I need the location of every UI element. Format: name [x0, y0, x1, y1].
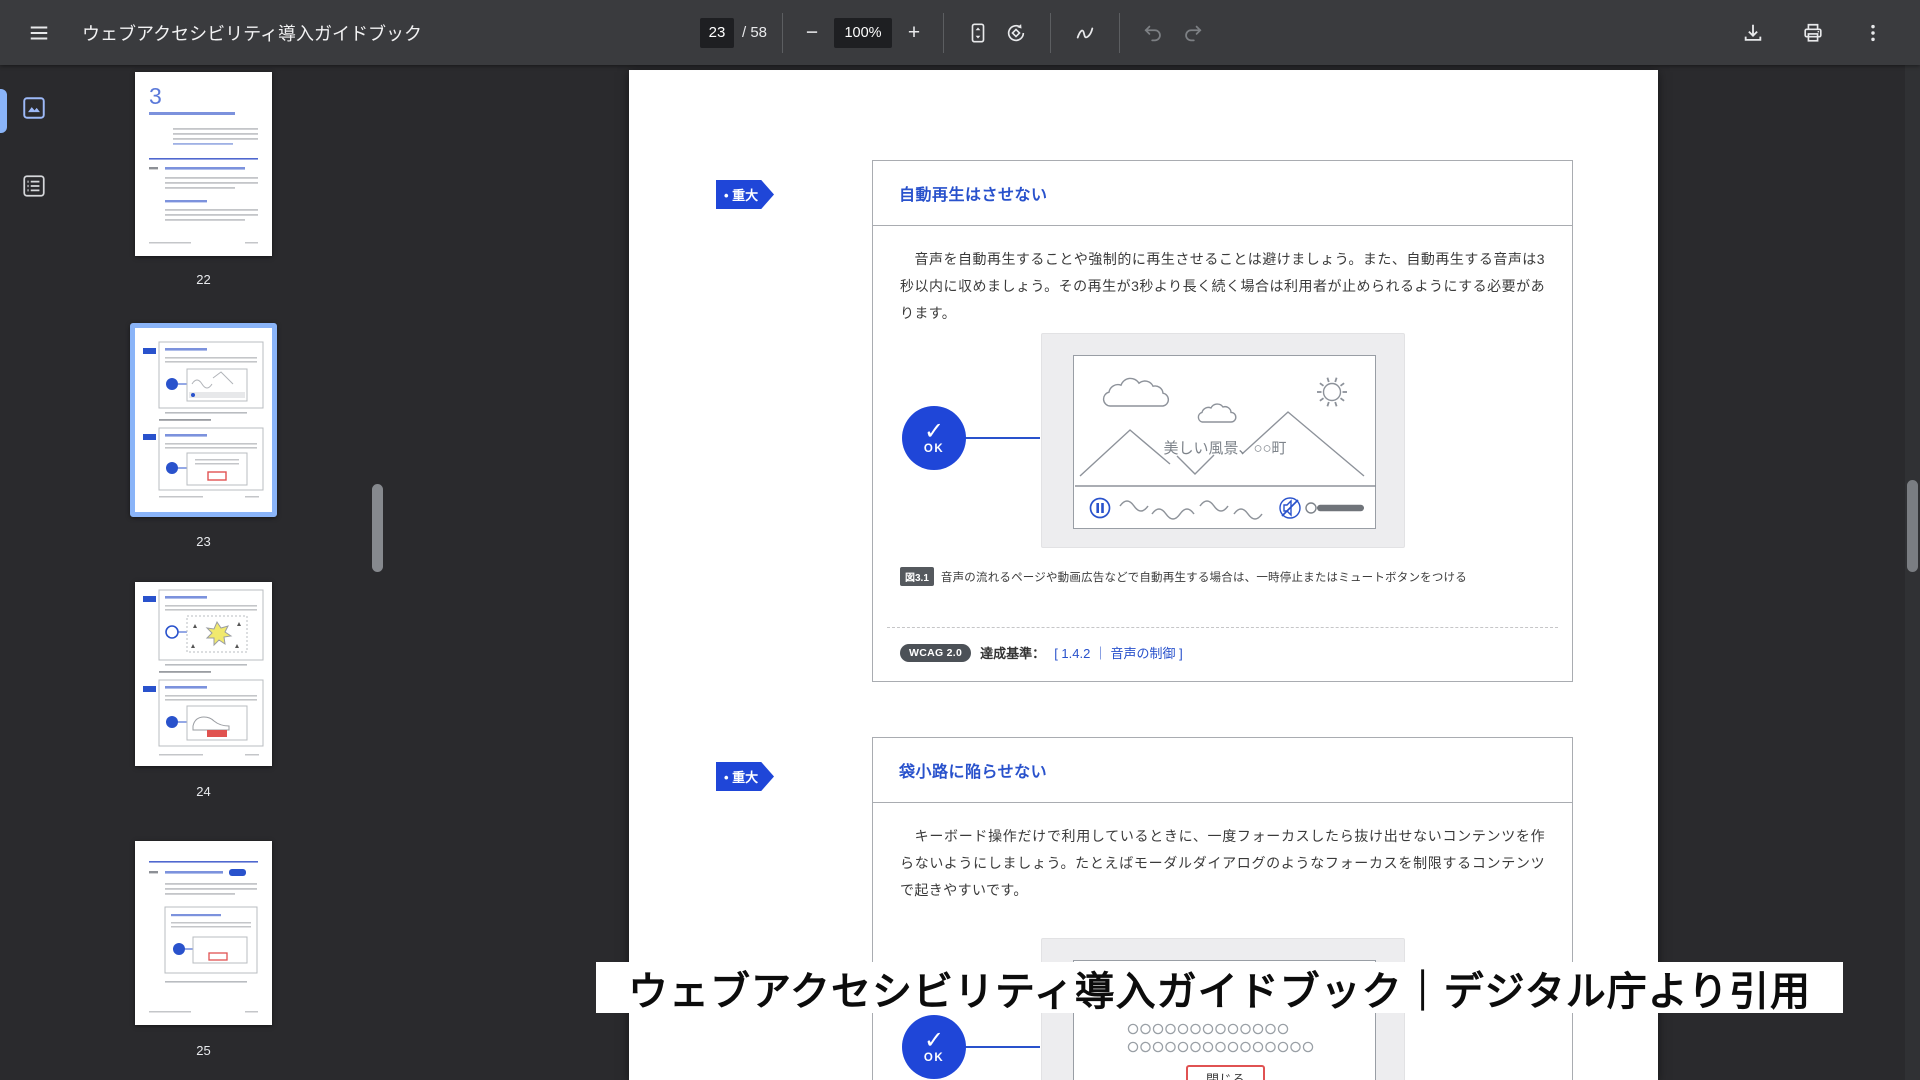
ok-connector-line [962, 1046, 1040, 1048]
document-title: ウェブアクセシビリティ導入ガイドブック [82, 23, 423, 44]
ok-label: OK [923, 1051, 945, 1064]
pause-icon [1089, 497, 1111, 519]
left-rail [0, 65, 67, 1080]
toolbar-divider [1050, 12, 1052, 53]
thumbnail-24-label: 24 [196, 784, 211, 799]
ok-connector-line [962, 437, 1040, 439]
main-scrollbar-track [1905, 65, 1920, 1080]
toolbar: ウェブアクセシビリティ導入ガイドブック / 58 − 100% + [0, 0, 1920, 65]
cloud-small [1197, 403, 1237, 423]
check-icon: ✓ [923, 417, 945, 445]
mute-icon [1279, 497, 1301, 519]
thumbnail-page-22[interactable]: 3 [135, 72, 272, 256]
ok-label: OK [923, 442, 945, 455]
section-heading: 袋小路に陥らせない [873, 738, 1572, 803]
thumbnail-page-24[interactable] [135, 582, 272, 766]
rotate-ccw-icon [1007, 23, 1025, 41]
ok-badge: ✓ OK [902, 406, 966, 470]
wcag-label: 達成基準： [980, 646, 1046, 661]
redo-icon [1185, 25, 1202, 41]
severity-tag: • 重大 [716, 762, 774, 791]
check-icon: ✓ [923, 1026, 945, 1054]
thumbnail-23-label: 23 [196, 534, 211, 549]
cloud-large [1102, 377, 1169, 407]
sound-waves [1119, 500, 1263, 520]
fit-page-icon [971, 22, 985, 43]
annotate-pen-icon [1076, 27, 1094, 38]
source-attribution-caption: ウェブアクセシビリティ導入ガイドブック｜デジタル庁より引用 [596, 962, 1843, 1014]
placeholder-text-circles [1127, 1023, 1314, 1053]
page-total: 58 [750, 24, 768, 41]
print-button[interactable] [1794, 14, 1832, 52]
thumbnail-23-preview [143, 341, 264, 498]
selected-tool-indicator [0, 89, 7, 133]
menu-icon [30, 25, 48, 40]
section-body: キーボード操作だけで利用しているときに、一度フォーカスしたら抜け出せないコンテン… [900, 828, 1545, 898]
thumbnails-view-button[interactable] [19, 93, 49, 123]
figure-caption: 図3.1 音声の流れるページや動画広告などで自動再生する場合は、一時停止またはミ… [900, 567, 1467, 586]
guideline-section-keyboard-trap: 袋小路に陥らせない キーボード操作だけで利用しているときに、一度フォーカスしたら… [872, 737, 1573, 1080]
thumbnail-page-25[interactable] [135, 841, 272, 1025]
guideline-section-autoplay: 自動再生はさせない 音声を自動再生することや強制的に再生させることは避けましょう… [872, 160, 1573, 682]
pdf-viewer-window: ウェブアクセシビリティ導入ガイドブック / 58 − 100% + [0, 0, 1920, 1080]
severity-tag: • 重大 [716, 180, 774, 209]
toolbar-divider [782, 12, 784, 53]
undo-button[interactable] [1135, 14, 1173, 52]
menu-button[interactable] [20, 14, 58, 52]
close-dialog-button: 閉じる [1186, 1065, 1265, 1080]
redo-button[interactable] [1173, 14, 1211, 52]
landscape-illustration: 美しい風景、○○町 [1075, 377, 1376, 520]
toolbar-divider [1119, 12, 1121, 53]
document-outline-icon [23, 175, 45, 197]
section-heading: 自動再生はさせない [873, 161, 1572, 226]
section-body: 音声を自動再生することや強制的に再生させることは避けましょう。また、自動再生する… [900, 251, 1545, 321]
rotate-button[interactable] [997, 14, 1035, 52]
section-divider [887, 627, 1558, 628]
thumbnail-25-preview [149, 861, 258, 1013]
svg-text:3: 3 [149, 83, 162, 109]
fit-page-button[interactable] [959, 14, 997, 52]
figure-number-badge: 図3.1 [900, 567, 934, 586]
thumbnail-22-label: 22 [196, 272, 211, 287]
zoom-in-button[interactable]: + [900, 17, 928, 49]
more-options-icon [1871, 24, 1875, 41]
sun-icon [1322, 382, 1342, 402]
wcag-criterion-link[interactable]: [ 1.4.2 ｜ 音声の制御 ] [1054, 643, 1183, 662]
illustration-text: 美しい風景、○○町 [1163, 440, 1286, 457]
toolbar-left: ウェブアクセシビリティ導入ガイドブック [20, 0, 422, 65]
toolbar-center: / 58 − 100% + [700, 0, 1211, 65]
zoom-level: 100% [834, 17, 893, 48]
thumbnails-icon [23, 97, 45, 119]
wcag-criteria-row: WCAG 2.0 達成基準： [ 1.4.2 ｜ 音声の制御 ] [900, 643, 1183, 662]
ok-badge: ✓ OK [902, 1015, 966, 1079]
page-separator: / [742, 24, 747, 41]
download-button[interactable] [1734, 14, 1772, 52]
download-icon [1744, 24, 1762, 41]
mountain-left [1079, 429, 1171, 477]
thumbnail-page-23[interactable] [130, 323, 277, 517]
annotate-button[interactable] [1066, 14, 1104, 52]
volume-slider [1305, 502, 1364, 514]
sidebar-scrollbar-thumb[interactable] [372, 484, 383, 572]
page-count: / 58 [742, 24, 767, 41]
page-input[interactable] [700, 17, 734, 48]
wcag-badge: WCAG 2.0 [900, 643, 972, 662]
pdf-page: • 重大 自動再生はさせない 音声を自動再生することや強制的に再生させることは避… [629, 70, 1658, 1080]
undo-icon [1144, 25, 1161, 41]
figure-panel: 美しい風景、○○町 [1041, 333, 1405, 548]
outline-view-button[interactable] [19, 171, 49, 201]
main-scrollbar-thumb[interactable] [1907, 480, 1918, 572]
more-options-button[interactable] [1854, 14, 1892, 52]
zoom-out-button[interactable]: − [798, 17, 826, 49]
thumbnail-22-preview: 3 [149, 83, 258, 244]
toolbar-right [1734, 0, 1892, 65]
figure-illustration: 美しい風景、○○町 [1073, 355, 1376, 529]
thumbnail-25-label: 25 [196, 1043, 211, 1058]
thumbnail-24-preview [143, 589, 264, 756]
valley-mark [1176, 454, 1215, 475]
figure-caption-text: 音声の流れるページや動画広告などで自動再生する場合は、一時停止またはミュートボタ… [940, 571, 1467, 584]
print-icon [1804, 23, 1822, 42]
toolbar-divider [943, 12, 945, 53]
